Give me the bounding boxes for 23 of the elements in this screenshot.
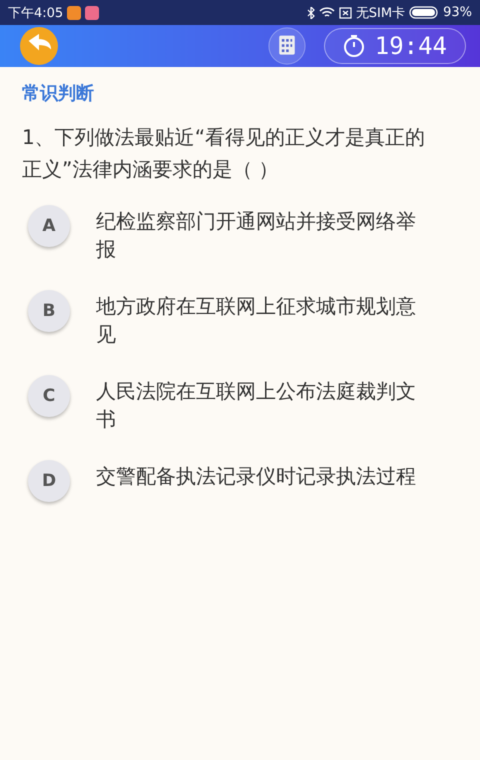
stopwatch-icon	[342, 34, 365, 58]
carrier-label: 无SIM卡	[356, 4, 406, 22]
question-text: 1、下列做法最贴近“看得见的正义才是真正的正义”法律内涵要求的是（ ）	[22, 124, 426, 183]
option-text[interactable]: 人民法院在互联网上公布法庭裁判文书	[96, 377, 424, 433]
section-title: 常识判断	[22, 82, 95, 105]
app-notification-icon	[85, 6, 100, 20]
option-button[interactable]: C	[28, 375, 70, 417]
option-button[interactable]: B	[28, 290, 70, 332]
battery-percent: 93%	[443, 5, 472, 20]
wifi-icon	[318, 6, 335, 18]
bluetooth-icon	[306, 6, 315, 18]
back-button[interactable]	[20, 27, 58, 65]
option-text[interactable]: 纪检监察部门开通网站并接受网络举报	[96, 207, 424, 263]
status-time: 下午4:05	[8, 4, 64, 22]
calculator-button[interactable]	[268, 27, 306, 65]
timer-text: 19:44	[374, 32, 447, 60]
option-button[interactable]: D	[28, 460, 70, 502]
app-notification-icon	[67, 6, 82, 20]
battery-icon	[409, 6, 440, 19]
option-button[interactable]: A	[28, 205, 70, 247]
option-text[interactable]: 交警配备执法记录仪时记录执法过程	[96, 462, 424, 490]
option-text[interactable]: 地方政府在互联网上征求城市规划意见	[96, 292, 424, 348]
no-sim-icon	[338, 6, 352, 18]
